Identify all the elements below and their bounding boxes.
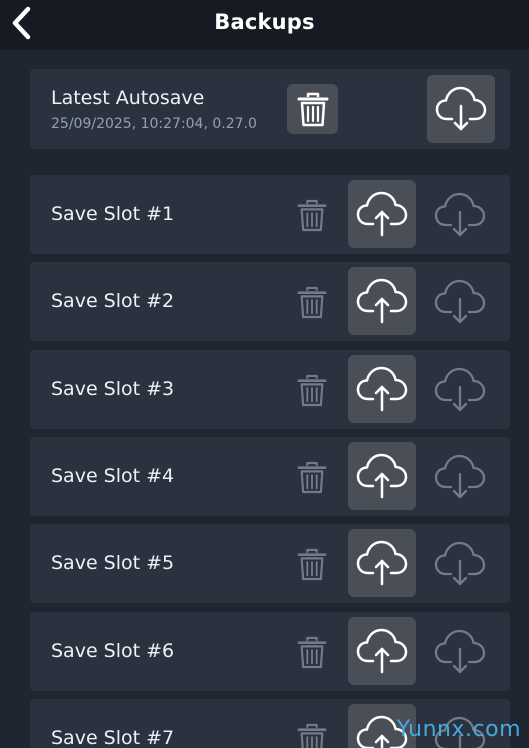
save-slot-card: Save Slot #6	[30, 612, 510, 691]
autosave-timestamp: 25/09/2025, 10:27:04, 0.27.0	[51, 116, 257, 132]
save-slot-card: Save Slot #1	[30, 175, 510, 254]
upload-slot-button[interactable]	[348, 529, 416, 597]
save-slot-label: Save Slot #2	[51, 290, 175, 312]
upload-slot-button[interactable]	[348, 442, 416, 510]
backups-screen: Backups Latest Autosave 25/09/2025, 10:2…	[0, 0, 529, 748]
download-slot-button[interactable]	[429, 447, 491, 507]
cloud-download-icon	[434, 541, 486, 586]
autosave-title: Latest Autosave	[51, 87, 205, 109]
cloud-download-icon	[434, 192, 486, 237]
cloud-upload-icon	[356, 366, 408, 412]
cloud-download-icon	[434, 367, 486, 412]
upload-slot-button[interactable]	[348, 617, 416, 685]
save-slot-card: Save Slot #3	[30, 350, 510, 429]
cloud-download-icon	[435, 86, 487, 131]
save-slot-card: Save Slot #5	[30, 524, 510, 603]
delete-autosave-button[interactable]	[287, 84, 338, 134]
upload-slot-button[interactable]	[348, 355, 416, 423]
delete-slot-button[interactable]	[290, 280, 334, 324]
cloud-upload-icon	[356, 191, 408, 237]
cloud-upload-icon	[356, 453, 408, 499]
download-autosave-button[interactable]	[427, 75, 495, 143]
cloud-download-icon	[434, 279, 486, 324]
save-slot-label: Save Slot #6	[51, 640, 175, 662]
upload-slot-button[interactable]	[348, 180, 416, 248]
autosave-card: Latest Autosave 25/09/2025, 10:27:04, 0.…	[30, 69, 510, 149]
watermark: Yunnx.com	[396, 717, 521, 742]
cloud-download-icon	[434, 629, 486, 674]
download-slot-button[interactable]	[429, 185, 491, 245]
save-slot-label: Save Slot #5	[51, 552, 175, 574]
save-slot-card: Save Slot #2	[30, 262, 510, 341]
trash-icon	[297, 461, 327, 494]
download-slot-button[interactable]	[429, 360, 491, 420]
trash-icon	[297, 286, 327, 319]
cloud-download-icon	[434, 454, 486, 499]
delete-slot-button[interactable]	[290, 717, 334, 748]
cloud-upload-icon	[356, 278, 408, 324]
save-slot-card: Save Slot #4	[30, 437, 510, 516]
download-slot-button[interactable]	[429, 622, 491, 682]
save-slot-label: Save Slot #3	[51, 378, 175, 400]
cloud-upload-icon	[356, 540, 408, 586]
save-slot-label: Save Slot #4	[51, 465, 175, 487]
trash-icon	[297, 723, 327, 748]
save-slot-label: Save Slot #7	[51, 727, 175, 748]
trash-icon	[297, 92, 328, 127]
upload-slot-button[interactable]	[348, 267, 416, 335]
delete-slot-button[interactable]	[290, 368, 334, 412]
save-slot-label: Save Slot #1	[51, 203, 175, 225]
delete-slot-button[interactable]	[290, 455, 334, 499]
delete-slot-button[interactable]	[290, 630, 334, 674]
trash-icon	[297, 199, 327, 232]
trash-icon	[297, 548, 327, 581]
cloud-upload-icon	[356, 628, 408, 674]
download-slot-button[interactable]	[429, 534, 491, 594]
trash-icon	[297, 636, 327, 669]
header-bar: Backups	[0, 0, 529, 50]
page-title: Backups	[214, 10, 315, 34]
download-slot-button[interactable]	[429, 272, 491, 332]
delete-slot-button[interactable]	[290, 193, 334, 237]
trash-icon	[297, 374, 327, 407]
delete-slot-button[interactable]	[290, 542, 334, 586]
